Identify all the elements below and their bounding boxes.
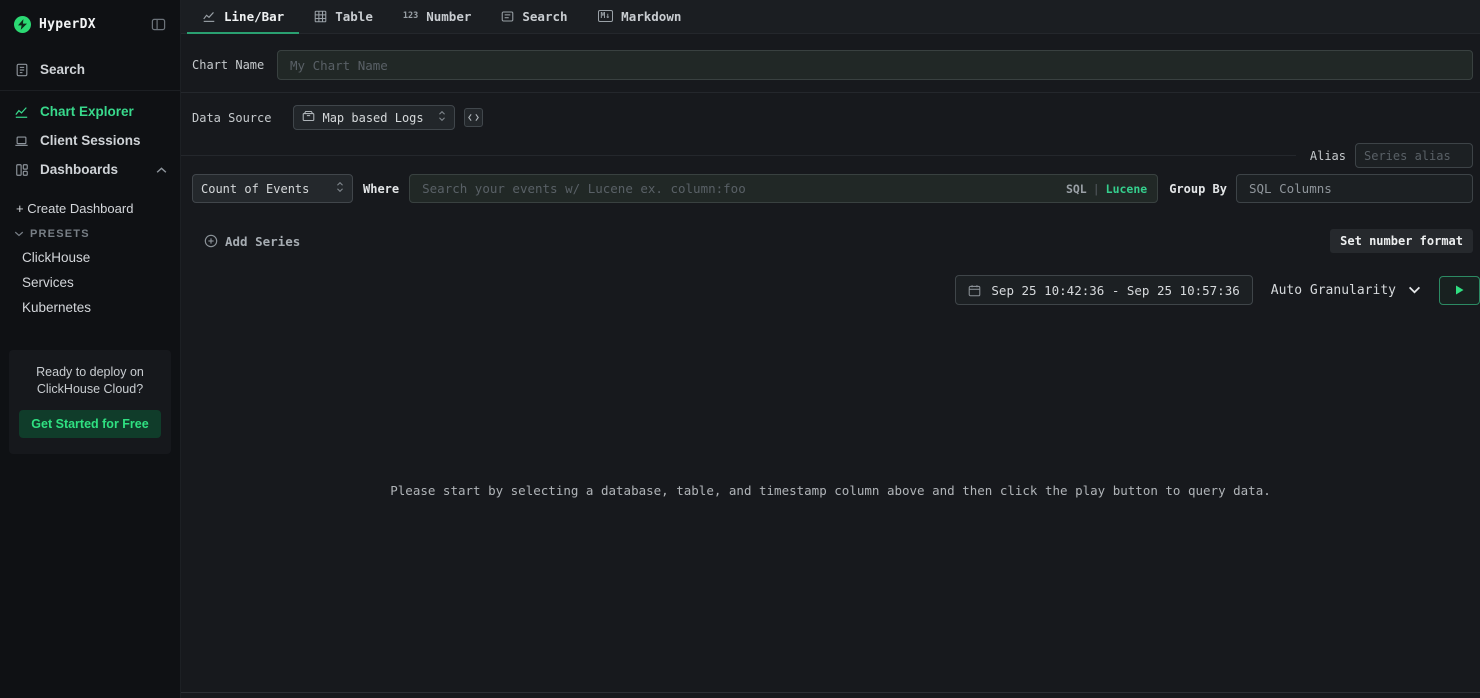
bottom-divider <box>181 692 1480 693</box>
sidebar-item-label: Search <box>40 62 85 77</box>
search-docs-icon <box>13 63 30 77</box>
clickhouse-cloud-promo: Ready to deploy on ClickHouse Cloud? Get… <box>9 350 171 454</box>
markdown-icon: M↓ <box>598 10 614 22</box>
tab-label: Markdown <box>621 9 681 24</box>
select-updown-icon <box>336 181 344 196</box>
table-icon <box>314 10 327 23</box>
preset-services[interactable]: Services <box>0 270 180 295</box>
alias-row: Alias <box>181 143 1480 168</box>
sidebar: HyperDX Search Chart Explorer <box>0 0 181 698</box>
series-builder-row: Count of Events Where SQL | Lucene Group… <box>181 174 1480 203</box>
preset-clickhouse[interactable]: ClickHouse <box>0 245 180 270</box>
create-dashboard-button[interactable]: + Create Dashboard <box>0 196 180 221</box>
sidebar-item-dashboards[interactable]: Dashboards <box>0 155 180 184</box>
chevron-up-icon[interactable] <box>156 162 167 177</box>
sidebar-header: HyperDX <box>0 0 180 47</box>
time-controls-row: Sep 25 10:42:36 - Sep 25 10:57:36 Auto G… <box>181 275 1480 305</box>
sql-language-option[interactable]: SQL <box>1066 182 1087 196</box>
tab-label: Table <box>335 9 373 24</box>
sidebar-item-label: Chart Explorer <box>40 104 134 119</box>
sidebar-nav: Search Chart Explorer Client Sessions Da <box>0 47 180 320</box>
data-source-select[interactable]: Map based Logs <box>293 105 455 130</box>
brand-logo[interactable]: HyperDX <box>14 16 96 33</box>
search-doc-icon <box>501 10 514 23</box>
set-number-format-button[interactable]: Set number format <box>1330 229 1473 253</box>
laptop-icon <box>13 134 30 148</box>
language-separator: | <box>1093 182 1100 196</box>
where-label: Where <box>363 182 399 196</box>
query-language-toggle: SQL | Lucene <box>1066 174 1147 203</box>
series-alias-input[interactable] <box>1355 143 1473 168</box>
chevron-down-icon <box>14 228 24 240</box>
tab-label: Line/Bar <box>224 9 284 24</box>
line-chart-icon <box>13 105 30 119</box>
presets-header[interactable]: PRESETS <box>0 221 180 245</box>
tab-label: Search <box>522 9 567 24</box>
preset-kubernetes[interactable]: Kubernetes <box>0 295 180 320</box>
line-chart-icon <box>202 10 216 23</box>
divider <box>181 92 1480 93</box>
alias-label: Alias <box>1310 149 1346 163</box>
sidebar-item-search[interactable]: Search <box>0 55 180 84</box>
where-input-wrap: SQL | Lucene <box>409 174 1158 203</box>
main-content: Line/Bar Table 123 Number Search M↓ Ma <box>181 0 1480 698</box>
hyperdx-logo-icon <box>14 16 31 33</box>
tab-line-bar[interactable]: Line/Bar <box>187 0 299 34</box>
get-started-button[interactable]: Get Started for Free <box>19 410 161 438</box>
aggregation-select[interactable]: Count of Events <box>192 174 353 203</box>
select-updown-icon <box>438 110 446 125</box>
presets-label: PRESETS <box>30 228 90 240</box>
chart-name-row: Chart Name <box>181 50 1480 80</box>
dashboards-subnav: + Create Dashboard PRESETS ClickHouse Se… <box>0 184 180 320</box>
date-range-value: Sep 25 10:42:36 - Sep 25 10:57:36 <box>991 283 1239 298</box>
group-by-input[interactable] <box>1236 174 1473 203</box>
chevron-down-icon <box>1408 286 1421 294</box>
where-search-input[interactable] <box>409 174 1158 203</box>
sidebar-item-client-sessions[interactable]: Client Sessions <box>0 126 180 155</box>
run-query-play-button[interactable] <box>1439 276 1480 305</box>
data-source-value: Map based Logs <box>322 111 423 125</box>
granularity-select[interactable]: Auto Granularity <box>1271 283 1421 298</box>
tab-search[interactable]: Search <box>486 0 582 34</box>
play-icon <box>1455 285 1464 295</box>
tab-number[interactable]: 123 Number <box>388 0 487 34</box>
data-source-label: Data Source <box>192 111 271 125</box>
add-series-button[interactable]: Add Series <box>204 234 300 249</box>
group-by-label: Group By <box>1169 182 1227 196</box>
empty-state-message: Please start by selecting a database, ta… <box>181 483 1480 498</box>
lucene-language-option[interactable]: Lucene <box>1106 182 1148 196</box>
number-123-icon: 123 <box>403 11 418 21</box>
chart-name-label: Chart Name <box>192 58 265 72</box>
tab-label: Number <box>426 9 471 24</box>
add-series-label: Add Series <box>225 234 300 249</box>
code-editor-icon[interactable] <box>464 108 483 127</box>
aggregation-value: Count of Events <box>201 182 309 196</box>
chart-type-tabbar: Line/Bar Table 123 Number Search M↓ Ma <box>181 0 1480 34</box>
series-actions-row: Add Series Set number format <box>181 229 1480 253</box>
promo-text-line2: ClickHouse Cloud? <box>19 381 161 398</box>
plus-circle-icon <box>204 234 218 248</box>
dashboard-grid-icon <box>13 163 30 177</box>
granularity-value: Auto Granularity <box>1271 283 1396 298</box>
collapse-sidebar-icon[interactable] <box>151 17 166 32</box>
calendar-icon <box>968 284 981 297</box>
brand-name: HyperDX <box>39 17 96 32</box>
database-icon <box>302 110 315 125</box>
sidebar-item-chart-explorer[interactable]: Chart Explorer <box>0 97 180 126</box>
tab-table[interactable]: Table <box>299 0 388 34</box>
date-range-picker[interactable]: Sep 25 10:42:36 - Sep 25 10:57:36 <box>955 275 1252 305</box>
sidebar-divider <box>0 90 180 91</box>
data-source-row: Data Source Map based Logs <box>181 105 1480 130</box>
chart-name-input[interactable] <box>277 50 1473 80</box>
tab-markdown[interactable]: M↓ Markdown <box>583 0 697 34</box>
promo-text-line1: Ready to deploy on <box>19 364 161 381</box>
app-window: HyperDX Search Chart Explorer <box>0 0 1480 698</box>
sidebar-item-label: Dashboards <box>40 162 118 177</box>
divider <box>181 155 1296 156</box>
sidebar-item-label: Client Sessions <box>40 133 141 148</box>
